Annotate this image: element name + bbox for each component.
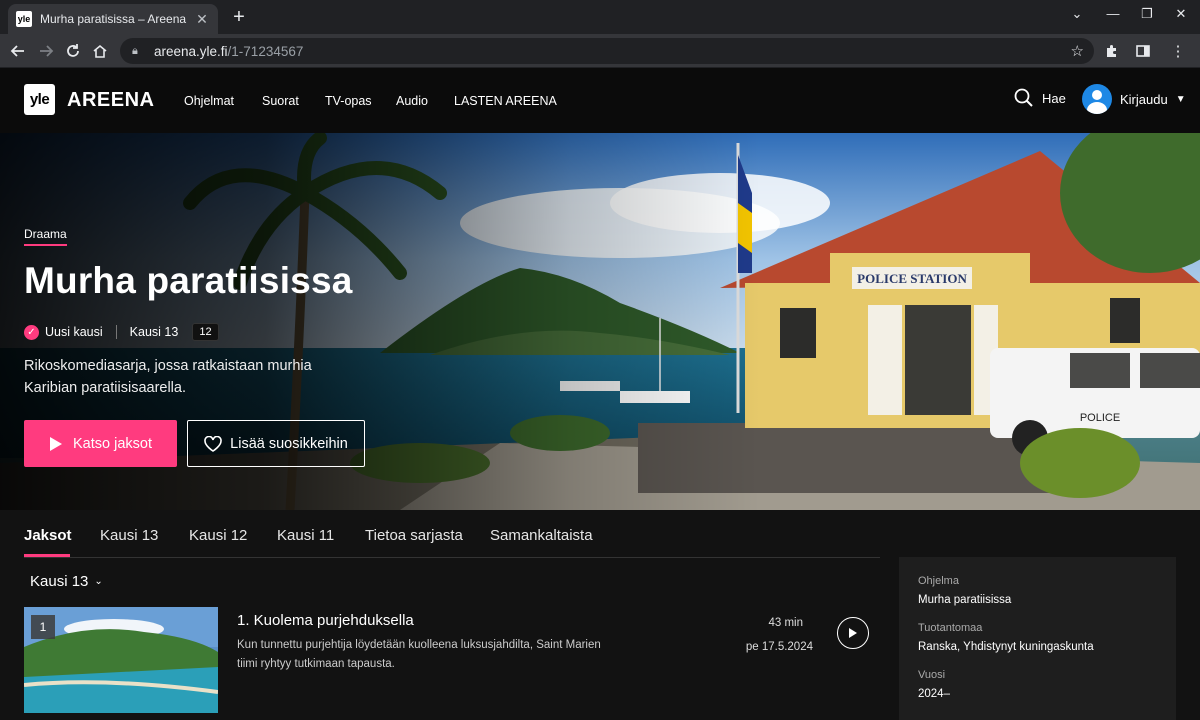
site-header: yle AREENA Ohjelmat Suorat TV-opas Audio… (0, 68, 1200, 133)
watch-episodes-label: Katso jaksot (73, 435, 152, 452)
login-button[interactable]: Kirjaudu ▼ (1082, 84, 1186, 114)
episode-title[interactable]: 1. Kuolema purjehduksella (237, 612, 414, 629)
new-season-badge: Uusi kausi (45, 325, 103, 339)
chevron-down-icon: ▼ (1175, 93, 1186, 105)
close-tab-icon[interactable]: ✕ (194, 11, 210, 28)
program-label: Ohjelma (918, 575, 959, 587)
back-arrow-icon[interactable] (6, 39, 30, 63)
play-icon (50, 436, 62, 451)
nav-tv-opas[interactable]: TV-opas (325, 94, 372, 108)
section-tabs: Jaksot Kausi 13 Kausi 12 Kausi 11 Tietoa… (24, 510, 880, 558)
search-button[interactable]: Hae (1014, 88, 1066, 108)
play-icon (849, 628, 857, 638)
hero-banner: POLICE STATION POLICE Draama Murha parat… (0, 133, 1200, 510)
episode-description: Kun tunnettu purjehtija löydetään kuolle… (237, 639, 601, 670)
search-icon (1014, 88, 1033, 107)
new-tab-icon[interactable]: + (228, 6, 250, 29)
forward-arrow-icon[interactable] (34, 39, 58, 63)
episode-play-button[interactable] (837, 617, 869, 649)
add-favorite-label: Lisää suosikkeihin (230, 435, 348, 452)
year-value: 2024– (918, 688, 950, 700)
genre-label[interactable]: Draama (24, 227, 67, 246)
tab-kausi-13[interactable]: Kausi 13 (100, 527, 158, 544)
active-tab-indicator (24, 554, 70, 557)
nav-suorat[interactable]: Suorat (262, 94, 299, 108)
nav-audio[interactable]: Audio (396, 94, 428, 108)
avatar (1082, 84, 1112, 114)
police-station-sign: POLICE STATION (857, 271, 967, 286)
extensions-puzzle-icon[interactable] (1100, 39, 1124, 63)
show-description: Rikoskomediasarja, jossa ratkaistaan mur… (24, 358, 312, 396)
season-selector[interactable]: Kausi 13 ⌄ (30, 573, 103, 590)
yle-favicon-icon: yle (16, 11, 32, 27)
login-label: Kirjaudu (1120, 91, 1168, 107)
age-rating-badge: 12 (192, 323, 219, 341)
bookmark-star-icon[interactable]: ☆ (1071, 42, 1084, 60)
url-host: areena.yle.fi (154, 43, 228, 59)
browser-tabstrip: yle Murha paratisissa – Areena ✕ + ⌄ — ❐… (0, 0, 1200, 34)
season-selector-label: Kausi 13 (30, 573, 89, 590)
minimize-window-icon[interactable]: — (1098, 6, 1128, 21)
browser-tab[interactable]: yle Murha paratisissa – Areena ✕ (8, 4, 218, 34)
yle-logo[interactable]: yle (24, 84, 55, 115)
episode-duration: 43 min (768, 617, 803, 629)
episode-thumbnail[interactable]: 1 (24, 607, 218, 713)
program-value: Murha paratiisissa (918, 594, 1012, 606)
browser-tab-title: Murha paratisissa – Areena (40, 12, 187, 26)
address-bar[interactable]: 🔒︎ areena.yle.fi/1-71234567 ☆ (120, 38, 1094, 64)
side-panel-icon[interactable] (1131, 39, 1155, 63)
tab-kausi-12[interactable]: Kausi 12 (189, 527, 247, 544)
lock-icon[interactable]: 🔒︎ (132, 45, 146, 58)
tab-samankaltaista[interactable]: Samankaltaista (490, 527, 593, 544)
areena-brand[interactable]: AREENA (67, 89, 154, 112)
year-label: Vuosi (918, 669, 946, 681)
episode-date: pe 17.5.2024 (745, 641, 813, 653)
watch-episodes-button[interactable]: Katso jaksot (24, 420, 177, 467)
series-info-panel: Ohjelma Murha paratiisissa Tuotantomaa R… (899, 557, 1176, 720)
nav-ohjelmat[interactable]: Ohjelmat (184, 94, 234, 108)
restore-window-icon[interactable]: ❐ (1132, 6, 1162, 22)
meta-divider (115, 325, 117, 339)
show-meta: ✓ Uusi kausi Kausi 13 12 (24, 323, 219, 341)
tab-search-chevron-icon[interactable]: ⌄ (1062, 6, 1092, 22)
tab-jaksot[interactable]: Jaksot (24, 527, 72, 544)
tab-kausi-11[interactable]: Kausi 11 (277, 527, 334, 544)
search-label: Hae (1042, 90, 1066, 106)
police-car-text: POLICE (1080, 412, 1120, 424)
nav-lasten-areena[interactable]: LASTEN AREENA (454, 94, 557, 108)
add-favorite-button[interactable]: Lisää suosikkeihin (187, 420, 365, 467)
browser-toolbar: 🔒︎ areena.yle.fi/1-71234567 ☆ ⋮ (0, 34, 1200, 68)
heart-icon (204, 435, 222, 452)
episode-number-badge: 1 (31, 615, 55, 639)
reload-icon[interactable] (61, 39, 85, 63)
close-window-icon[interactable]: ✕ (1166, 6, 1196, 22)
menu-kebab-icon[interactable]: ⋮ (1166, 39, 1190, 63)
check-icon: ✓ (24, 324, 39, 340)
url-path: /1-71234567 (227, 43, 304, 59)
home-icon[interactable] (88, 39, 112, 63)
season-label: Kausi 13 (129, 325, 179, 339)
country-value: Ranska, Yhdistynyt kuningaskunta (918, 641, 1094, 653)
country-label: Tuotantomaa (918, 622, 983, 634)
tab-tietoa-sarjasta[interactable]: Tietoa sarjasta (365, 527, 463, 544)
chevron-down-icon: ⌄ (94, 576, 103, 587)
show-title: Murha paratiisissa (24, 260, 353, 301)
